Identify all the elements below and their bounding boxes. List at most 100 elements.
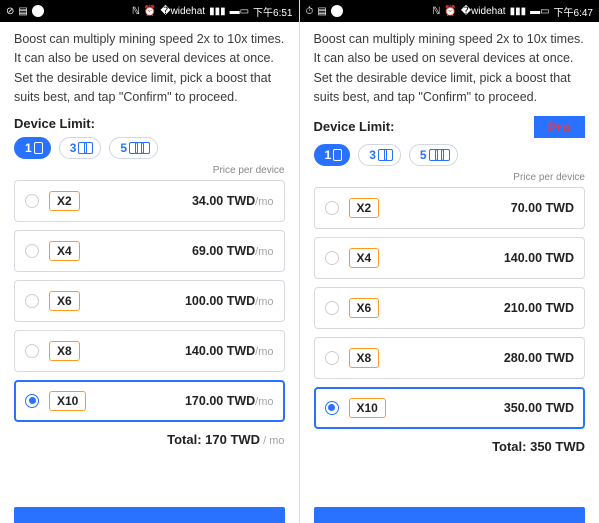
radio-icon [25, 344, 39, 358]
pill-count: 5 [120, 141, 127, 155]
screen-right: ⏱ ▤ ℕ ⏰ �widehat ▮▮▮ ▬▭ 下午6:47 Boost can… [300, 0, 599, 523]
radio-icon [25, 194, 39, 208]
price-per-device-label: Price per device [14, 165, 285, 176]
total-row: Total: 170 TWD / mo [14, 432, 285, 447]
content-area: Boost can multiply mining speed 2x to 10… [300, 22, 599, 499]
boost-options: X2 70.00 TWD X4140.00 TWD X6 210.00 TWD X8 280… [314, 187, 586, 429]
status-right: ℕ ⏰ �widehat ▮▮▮ ▬▭ 下午6:51 [132, 4, 293, 19]
boost-option-x6[interactable]: X6 210.00 TWD [314, 287, 586, 329]
boost-option-x8[interactable]: X8 140.00 TWD/mo [14, 330, 285, 372]
radio-icon [325, 251, 339, 265]
chat-icon: ▤ [317, 6, 326, 17]
total-label: Total: 170 TWD [167, 432, 260, 447]
price-text: 350.00 TWD [504, 401, 574, 415]
price-text: 70.00 TWD [511, 201, 574, 215]
device-icon [429, 149, 447, 161]
pill-count: 1 [325, 148, 332, 162]
status-left: ⊘ ▤ [6, 5, 44, 17]
price-suffix: /mo [255, 196, 273, 208]
radio-icon [25, 394, 39, 408]
boost-option-x2[interactable]: X2 70.00 TWD [314, 187, 586, 229]
clock-text: 下午6:51 [253, 4, 292, 19]
device-limit-pill-1[interactable]: 1 [14, 137, 51, 159]
device-limit-label: Device Limit: [14, 116, 95, 131]
price-text: 170.00 TWD/mo [185, 394, 274, 408]
device-limit-pills: 1 35 [314, 144, 586, 166]
device-limit-pill-3[interactable]: 3 [59, 137, 102, 159]
content-area: Boost can multiply mining speed 2x to 10… [0, 22, 299, 499]
device-limit-pill-1[interactable]: 1 [314, 144, 351, 166]
boost-option-x6[interactable]: X6 100.00 TWD/mo [14, 280, 285, 322]
wifi-icon: �widehat [461, 6, 506, 17]
boost-option-x2[interactable]: X2 34.00 TWD/mo [14, 180, 285, 222]
radio-icon [25, 294, 39, 308]
nfc-icon: ℕ [132, 6, 140, 17]
device-limit-pill-3[interactable]: 3 [358, 144, 401, 166]
confirm-button[interactable] [14, 507, 285, 523]
price-text: 69.00 TWD/mo [192, 244, 274, 258]
price-suffix: /mo [255, 346, 273, 358]
price-text: 140.00 TWD/mo [185, 344, 274, 358]
device-icon [378, 149, 390, 161]
multiplier-badge: X6 [49, 291, 80, 311]
multiplier-badge: X2 [49, 191, 80, 211]
radio-icon [325, 301, 339, 315]
multiplier-badge: X10 [49, 391, 86, 411]
price-text: 140.00 TWD [504, 251, 574, 265]
price-text: 34.00 TWD/mo [192, 194, 274, 208]
boost-option-x10[interactable]: X10 170.00 TWD/mo [14, 380, 285, 422]
price-suffix: /mo [255, 296, 273, 308]
notification-icon [331, 5, 343, 17]
device-icon [129, 142, 147, 154]
battery-icon: ▬▭ [230, 6, 249, 17]
battery-icon: ▬▭ [530, 6, 549, 17]
boost-option-x4[interactable]: X469.00 TWD/mo [14, 230, 285, 272]
status-left: ⏱ ▤ [306, 5, 343, 17]
multiplier-badge: X8 [349, 348, 380, 368]
pill-count: 3 [70, 141, 77, 155]
pill-count: 1 [25, 141, 32, 155]
device-limit-pill-5[interactable]: 5 [109, 137, 158, 159]
status-bar: ⏱ ▤ ℕ ⏰ �widehat ▮▮▮ ▬▭ 下午6:47 [300, 0, 599, 22]
pro-badge: Pro [534, 116, 585, 138]
wifi-icon: �widehat [160, 6, 205, 17]
description-text: Boost can multiply mining speed 2x to 10… [14, 30, 285, 108]
price-text: 210.00 TWD [504, 301, 574, 315]
device-limit-pill-5[interactable]: 5 [409, 144, 458, 166]
boost-option-x4[interactable]: X4140.00 TWD [314, 237, 586, 279]
total-row: Total: 350 TWD [314, 439, 586, 454]
nfc-icon: ℕ [432, 6, 440, 17]
boost-options: X2 34.00 TWD/mo X469.00 TWD/mo X6 100.00 TWD… [14, 180, 285, 422]
price-text: 280.00 TWD [504, 351, 574, 365]
device-limit-pills: 1 3 5 [14, 137, 285, 159]
clock-text: 下午6:47 [554, 4, 593, 19]
boost-option-x8[interactable]: X8 280.00 TWD [314, 337, 586, 379]
chat-icon: ▤ [18, 6, 27, 17]
price-text: 100.00 TWD/mo [185, 294, 274, 308]
total-label: Total: 350 TWD [492, 439, 585, 454]
price-suffix: /mo [255, 246, 273, 258]
price-suffix: /mo [255, 396, 273, 408]
multiplier-badge: X2 [349, 198, 380, 218]
dual-screenshot: ⊘ ▤ ℕ ⏰ �widehat ▮▮▮ ▬▭ 下午6:51 Boost can… [0, 0, 599, 523]
signal-icon: ▮▮▮ [209, 6, 226, 17]
device-icon [78, 142, 90, 154]
confirm-button[interactable] [314, 507, 586, 523]
total-suffix: / mo [260, 435, 284, 447]
multiplier-badge: X8 [49, 341, 80, 361]
multiplier-badge: X6 [349, 298, 380, 318]
signal-icon: ▮▮▮ [510, 6, 527, 17]
status-bar: ⊘ ▤ ℕ ⏰ �widehat ▮▮▮ ▬▭ 下午6:51 [0, 0, 299, 22]
status-right: ℕ ⏰ �widehat ▮▮▮ ▬▭ 下午6:47 [432, 4, 593, 19]
multiplier-badge: X10 [349, 398, 386, 418]
alarm-small-icon: ⏱ [306, 6, 314, 17]
alarm-icon: ⏰ [444, 6, 456, 17]
boost-option-x10[interactable]: X10 350.00 TWD [314, 387, 586, 429]
radio-icon [25, 244, 39, 258]
device-limit-label: Device Limit: [314, 119, 395, 134]
screen-left: ⊘ ▤ ℕ ⏰ �widehat ▮▮▮ ▬▭ 下午6:51 Boost can… [0, 0, 300, 523]
mute-icon: ⊘ [6, 6, 14, 17]
device-icon [34, 142, 40, 154]
radio-icon [325, 201, 339, 215]
notification-icon [32, 5, 44, 17]
